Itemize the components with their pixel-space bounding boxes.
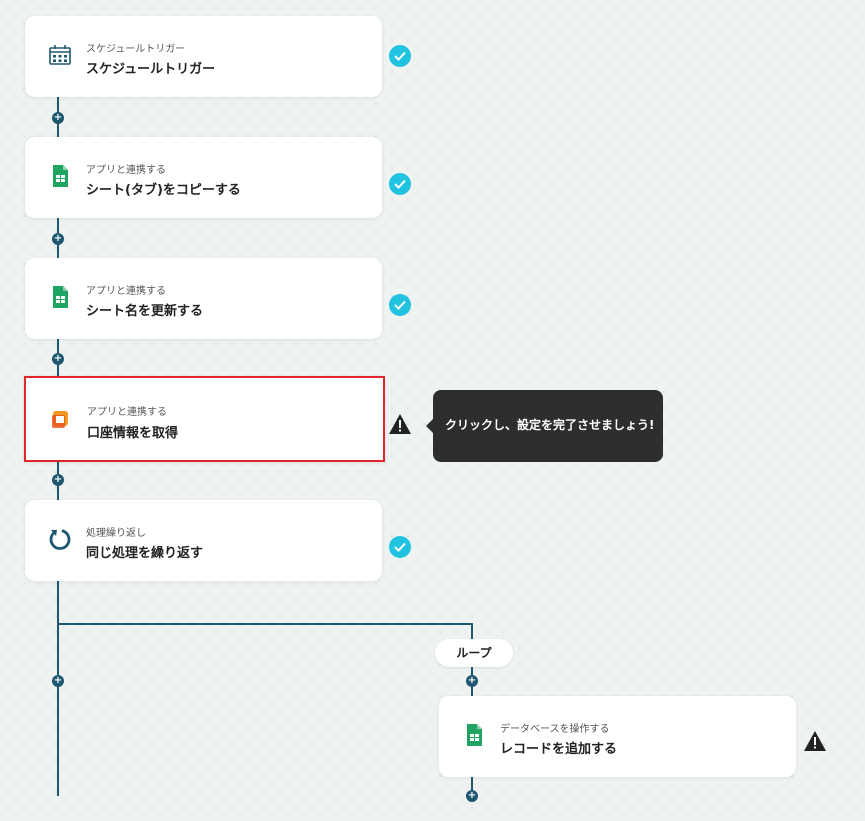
warning-icon[interactable] (388, 413, 412, 435)
add-loop-step-button[interactable]: + (466, 790, 478, 802)
add-step-button[interactable]: + (52, 474, 64, 486)
step-title: レコードを追加する (500, 742, 618, 757)
status-complete-icon (389, 536, 411, 558)
tooltip-arrow (426, 419, 433, 433)
calendar-icon (47, 42, 73, 68)
status-complete-icon (389, 173, 411, 195)
add-step-button[interactable]: + (52, 353, 64, 365)
step-title: 同じ処理を繰り返す (86, 546, 204, 561)
loop-icon (47, 526, 73, 552)
step-category: スケジュールトリガー (86, 44, 186, 55)
step-category: アプリと連携する (86, 286, 166, 297)
add-step-button[interactable]: + (52, 112, 64, 124)
step-card-schedule-trigger[interactable]: スケジュールトリガー スケジュールトリガー (25, 16, 382, 97)
add-step-button[interactable]: + (52, 233, 64, 245)
step-card-copy-sheet[interactable]: アプリと連携する シート(タブ)をコピーする (25, 137, 382, 218)
add-loop-step-button[interactable]: + (466, 675, 478, 687)
step-card-rename-sheet[interactable]: アプリと連携する シート名を更新する (25, 258, 382, 339)
loop-branch-line (57, 623, 473, 625)
step-card-get-account-info[interactable]: アプリと連携する 口座情報を取得 (24, 376, 385, 462)
app-orange-icon (48, 406, 74, 432)
loop-label: ループ (435, 639, 513, 667)
step-card-loop[interactable]: 処理繰り返し 同じ処理を繰り返す (25, 500, 382, 581)
tooltip-text: クリックし、設定を完了させましょう! (445, 418, 655, 432)
step-category: データベースを操作する (500, 724, 610, 735)
status-complete-icon (389, 294, 411, 316)
step-card-add-record[interactable]: データベースを操作する レコードを追加する (439, 696, 796, 777)
warning-icon[interactable] (803, 730, 827, 752)
add-step-button[interactable]: + (52, 675, 64, 687)
step-category: アプリと連携する (86, 165, 166, 176)
status-complete-icon (389, 45, 411, 67)
google-sheets-icon (47, 284, 73, 310)
step-title: シート(タブ)をコピーする (86, 183, 241, 198)
step-category: 処理繰り返し (86, 528, 146, 539)
setup-tooltip: クリックし、設定を完了させましょう! (426, 390, 663, 462)
google-sheets-icon (461, 722, 487, 748)
step-title: 口座情報を取得 (87, 426, 179, 441)
step-category: アプリと連携する (87, 407, 167, 418)
step-title: スケジュールトリガー (86, 62, 216, 77)
google-sheets-icon (47, 163, 73, 189)
step-title: シート名を更新する (86, 304, 204, 319)
